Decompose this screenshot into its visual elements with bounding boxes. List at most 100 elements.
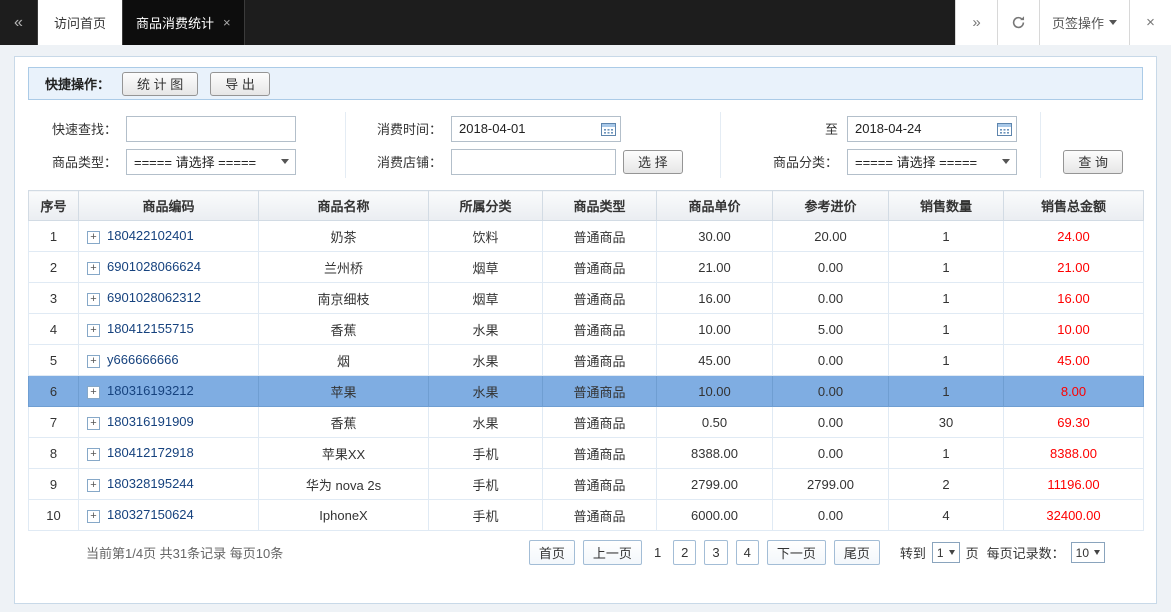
cell-price: 21.00 [657,252,773,283]
next-page-button[interactable]: 下一页 [767,540,826,565]
expand-row-icon[interactable]: + [87,448,100,461]
column-header[interactable]: 所属分类 [429,191,543,221]
cell-category: 手机 [429,438,543,469]
expand-row-icon[interactable]: + [87,479,100,492]
cell-no: 9 [29,469,79,500]
column-header[interactable]: 序号 [29,191,79,221]
column-header[interactable]: 参考进价 [773,191,889,221]
table-row[interactable]: 7+180316191909香蕉水果普通商品0.500.003069.30 [29,407,1144,438]
product-code-link[interactable]: y666666666 [107,352,179,367]
quick-operations-label: 快捷操作： [45,74,110,93]
page-number-button[interactable]: 2 [673,540,696,565]
cell-ref_price: 0.00 [773,438,889,469]
statistics-chart-button[interactable]: 统 计 图 [122,72,198,96]
column-header[interactable]: 销售总金额 [1004,191,1144,221]
consume-time-from-input[interactable]: 2018-04-01 [451,116,621,142]
expand-row-icon[interactable]: + [87,386,100,399]
expand-row-icon[interactable]: + [87,262,100,275]
table-row[interactable]: 4+180412155715香蕉水果普通商品10.005.00110.00 [29,314,1144,345]
cell-total: 11196.00 [1004,469,1144,500]
column-header[interactable]: 销售数量 [889,191,1004,221]
expand-row-icon[interactable]: + [87,510,100,523]
cell-code: +180422102401 [79,221,259,252]
column-header[interactable]: 商品名称 [259,191,429,221]
product-code-link[interactable]: 180316193212 [107,383,194,398]
goto-page-select[interactable]: 1 [932,542,960,563]
cell-code: +180316191909 [79,407,259,438]
product-category-select[interactable]: ===== 请选择 ===== [847,149,1017,175]
consume-time-to-input[interactable]: 2018-04-24 [847,116,1017,142]
expand-row-icon[interactable]: + [87,355,100,368]
cell-no: 1 [29,221,79,252]
product-code-link[interactable]: 6901028062312 [107,290,201,305]
product-code-link[interactable]: 180316191909 [107,414,194,429]
table-row[interactable]: 5+y666666666烟水果普通商品45.000.00145.00 [29,345,1144,376]
column-header[interactable]: 商品类型 [543,191,657,221]
table-row[interactable]: 9+180328195244华为 nova 2s手机普通商品2799.00279… [29,469,1144,500]
choose-shop-button[interactable]: 选 择 [623,150,683,174]
goto-page-group: 转到 1 页 [900,542,979,563]
table-row[interactable]: 10+180327150624IphoneX手机普通商品6000.000.004… [29,500,1144,531]
tab-close-icon[interactable]: × [223,15,231,30]
close-all-tabs-button[interactable]: × [1129,0,1171,45]
cell-total: 8.00 [1004,376,1144,407]
page-numbers: 1234 [650,540,759,565]
double-chevron-right-icon: » [972,14,980,31]
query-button[interactable]: 查 询 [1063,150,1123,174]
product-code-link[interactable]: 180412155715 [107,321,194,336]
page-size-select[interactable]: 10 [1071,542,1105,563]
calendar-icon[interactable] [601,122,616,136]
consume-shop-input[interactable] [451,149,616,175]
cell-code: +6901028066624 [79,252,259,283]
cell-code: +180327150624 [79,500,259,531]
cell-type: 普通商品 [543,500,657,531]
expand-row-icon[interactable]: + [87,231,100,244]
product-code-link[interactable]: 6901028066624 [107,259,201,274]
calendar-icon[interactable] [997,122,1012,136]
export-button[interactable]: 导 出 [210,72,270,96]
column-header[interactable]: 商品单价 [657,191,773,221]
product-code-link[interactable]: 180327150624 [107,507,194,522]
double-chevron-left-icon: « [14,14,23,32]
cell-name: 香蕉 [259,314,429,345]
close-icon: × [1146,14,1155,31]
product-type-select[interactable]: ===== 请选择 ===== [126,149,296,175]
cell-total: 21.00 [1004,252,1144,283]
cell-qty: 30 [889,407,1004,438]
cell-name: 南京细枝 [259,283,429,314]
prev-page-button[interactable]: 上一页 [583,540,642,565]
expand-row-icon[interactable]: + [87,293,100,306]
column-header[interactable]: 商品编码 [79,191,259,221]
dropdown-arrow-icon [949,550,955,555]
refresh-tab-button[interactable] [997,0,1039,45]
product-type-label: 商品类型： [28,145,124,178]
table-row[interactable]: 3+6901028062312南京细枝烟草普通商品16.000.00116.00 [29,283,1144,314]
expand-row-icon[interactable]: + [87,324,100,337]
page-number-button[interactable]: 4 [736,540,759,565]
product-code-link[interactable]: 180328195244 [107,476,194,491]
table-row[interactable]: 8+180412172918苹果XX手机普通商品8388.000.0018388… [29,438,1144,469]
quick-search-input[interactable] [126,116,296,142]
tab-product-consume-stats[interactable]: 商品消费统计 × [123,0,245,45]
consume-time-label: 消费时间： [345,112,449,145]
product-code-link[interactable]: 180422102401 [107,228,194,243]
expand-row-icon[interactable]: + [87,417,100,430]
table-row[interactable]: 2+6901028066624兰州桥烟草普通商品21.000.00121.00 [29,252,1144,283]
scroll-tabs-left-button[interactable]: « [0,0,38,45]
table-row[interactable]: 1+180422102401奶茶饮料普通商品30.0020.00124.00 [29,221,1144,252]
first-page-button[interactable]: 首页 [529,540,575,565]
cell-price: 10.00 [657,376,773,407]
tab-operations-dropdown[interactable]: 页签操作 [1039,0,1129,45]
cell-total: 45.00 [1004,345,1144,376]
cell-no: 2 [29,252,79,283]
last-page-button[interactable]: 尾页 [834,540,880,565]
scroll-tabs-right-button[interactable]: » [955,0,997,45]
page-number-button[interactable]: 3 [704,540,727,565]
cell-ref_price: 0.00 [773,500,889,531]
product-code-link[interactable]: 180412172918 [107,445,194,460]
page-number-button[interactable]: 1 [650,540,665,565]
tab-home[interactable]: 访问首页 [38,0,123,45]
table-row[interactable]: 6+180316193212苹果水果普通商品10.000.0018.00 [29,376,1144,407]
goto-unit-label: 页 [966,543,979,562]
cell-ref_price: 0.00 [773,345,889,376]
